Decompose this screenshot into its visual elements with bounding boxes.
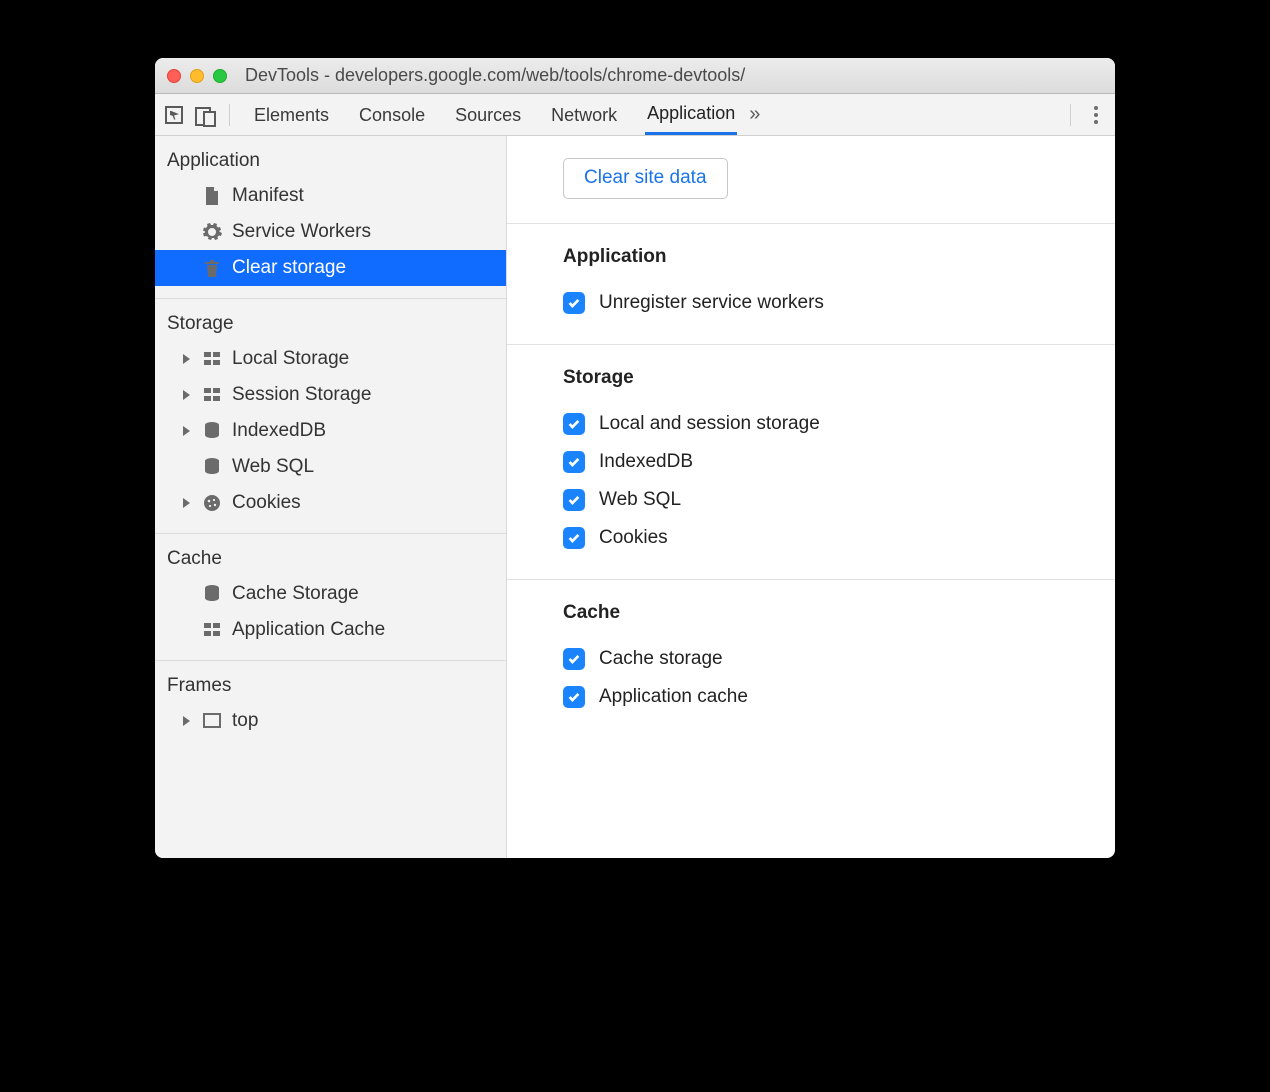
option-unregister-service-workers[interactable]: Unregister service workers — [563, 284, 1115, 322]
checkbox-label: Application cache — [599, 686, 748, 708]
sidebar-group-cache: Cache — [155, 544, 506, 576]
sidebar-item-top[interactable]: top — [155, 703, 506, 739]
checkbox-label: Cache storage — [599, 648, 723, 670]
option-local-and-session-storage[interactable]: Local and session storage — [563, 405, 1115, 443]
devtools-window: DevTools - developers.google.com/web/too… — [155, 58, 1115, 858]
sidebar-item-cookies[interactable]: Cookies — [155, 485, 506, 521]
titlebar: DevTools - developers.google.com/web/too… — [155, 58, 1115, 94]
sidebar-item-label: Local Storage — [232, 348, 349, 370]
database-icon — [202, 457, 222, 477]
grid-icon — [202, 385, 222, 405]
checkbox[interactable] — [563, 527, 585, 549]
more-options-icon[interactable] — [1087, 106, 1105, 124]
tab-sources[interactable]: Sources — [453, 96, 523, 134]
checkbox-label: Local and session storage — [599, 413, 820, 435]
checkbox[interactable] — [563, 489, 585, 511]
file-icon — [202, 186, 222, 206]
expand-triangle-icon[interactable] — [183, 354, 190, 364]
separator — [1070, 104, 1071, 126]
sidebar-item-service-workers[interactable]: Service Workers — [155, 214, 506, 250]
overflow-tabs-icon[interactable]: » — [749, 103, 760, 126]
sidebar-group-application: Application — [155, 146, 506, 178]
sidebar-item-manifest[interactable]: Manifest — [155, 178, 506, 214]
option-cache-storage[interactable]: Cache storage — [563, 640, 1115, 678]
inspect-element-icon[interactable] — [165, 106, 183, 124]
separator — [229, 104, 230, 126]
checkbox[interactable] — [563, 648, 585, 670]
expand-triangle-icon[interactable] — [183, 426, 190, 436]
sidebar-item-cache-storage[interactable]: Cache Storage — [155, 576, 506, 612]
sidebar-item-label: Service Workers — [232, 221, 371, 243]
checkbox-label: Cookies — [599, 527, 668, 549]
minimize-window-button[interactable] — [190, 69, 204, 83]
option-application-cache[interactable]: Application cache — [563, 678, 1115, 716]
sidebar-item-local-storage[interactable]: Local Storage — [155, 341, 506, 377]
gear-icon — [202, 222, 222, 242]
sidebar-item-label: Clear storage — [232, 257, 346, 279]
sidebar-item-label: Manifest — [232, 185, 304, 207]
zoom-window-button[interactable] — [213, 69, 227, 83]
sidebar-item-label: Web SQL — [232, 456, 314, 478]
tab-console[interactable]: Console — [357, 96, 427, 134]
devtools-toolbar: Elements Console Sources Network Application… — [155, 94, 1115, 136]
tab-application[interactable]: Application — [645, 94, 737, 135]
option-indexeddb[interactable]: IndexedDB — [563, 443, 1115, 481]
sidebar-item-label: Application Cache — [232, 619, 385, 641]
sidebar-group-storage: Storage — [155, 309, 506, 341]
frame-icon — [202, 711, 222, 731]
section-heading-application: Application — [563, 246, 1115, 268]
device-toolbar-icon[interactable] — [195, 106, 213, 124]
sidebar-item-label: IndexedDB — [232, 420, 326, 442]
grid-icon — [202, 349, 222, 369]
sidebar-item-application-cache[interactable]: Application Cache — [155, 612, 506, 648]
option-web-sql[interactable]: Web SQL — [563, 481, 1115, 519]
close-window-button[interactable] — [167, 69, 181, 83]
section-heading-storage: Storage — [563, 367, 1115, 389]
expand-triangle-icon[interactable] — [183, 390, 190, 400]
checkbox-label: Unregister service workers — [599, 292, 824, 314]
sidebar-group-frames: Frames — [155, 671, 506, 703]
clear-storage-panel: Clear site data Application Unregister ser… — [507, 136, 1115, 858]
window-title: DevTools - developers.google.com/web/too… — [245, 65, 745, 86]
application-sidebar: Application Manifest Service Workers Clear … — [155, 136, 507, 858]
grid-icon — [202, 620, 222, 640]
tab-network[interactable]: Network — [549, 96, 619, 134]
sidebar-item-indexeddb[interactable]: IndexedDB — [155, 413, 506, 449]
section-heading-cache: Cache — [563, 602, 1115, 624]
database-icon — [202, 584, 222, 604]
tab-elements[interactable]: Elements — [252, 96, 331, 134]
checkbox[interactable] — [563, 451, 585, 473]
window-controls — [167, 69, 227, 83]
checkbox[interactable] — [563, 413, 585, 435]
sidebar-item-web-sql[interactable]: Web SQL — [155, 449, 506, 485]
checkbox-label: IndexedDB — [599, 451, 693, 473]
trash-icon — [202, 258, 222, 278]
sidebar-item-session-storage[interactable]: Session Storage — [155, 377, 506, 413]
database-icon — [202, 421, 222, 441]
checkbox-label: Web SQL — [599, 489, 681, 511]
sidebar-item-label: Cache Storage — [232, 583, 359, 605]
option-cookies[interactable]: Cookies — [563, 519, 1115, 557]
sidebar-item-label: top — [232, 710, 258, 732]
sidebar-item-label: Session Storage — [232, 384, 371, 406]
clear-site-data-button[interactable]: Clear site data — [563, 158, 728, 199]
expand-triangle-icon[interactable] — [183, 716, 190, 726]
checkbox[interactable] — [563, 292, 585, 314]
cookie-icon — [202, 493, 222, 513]
checkbox[interactable] — [563, 686, 585, 708]
expand-triangle-icon[interactable] — [183, 498, 190, 508]
sidebar-item-label: Cookies — [232, 492, 301, 514]
sidebar-item-clear-storage[interactable]: Clear storage — [155, 250, 506, 286]
